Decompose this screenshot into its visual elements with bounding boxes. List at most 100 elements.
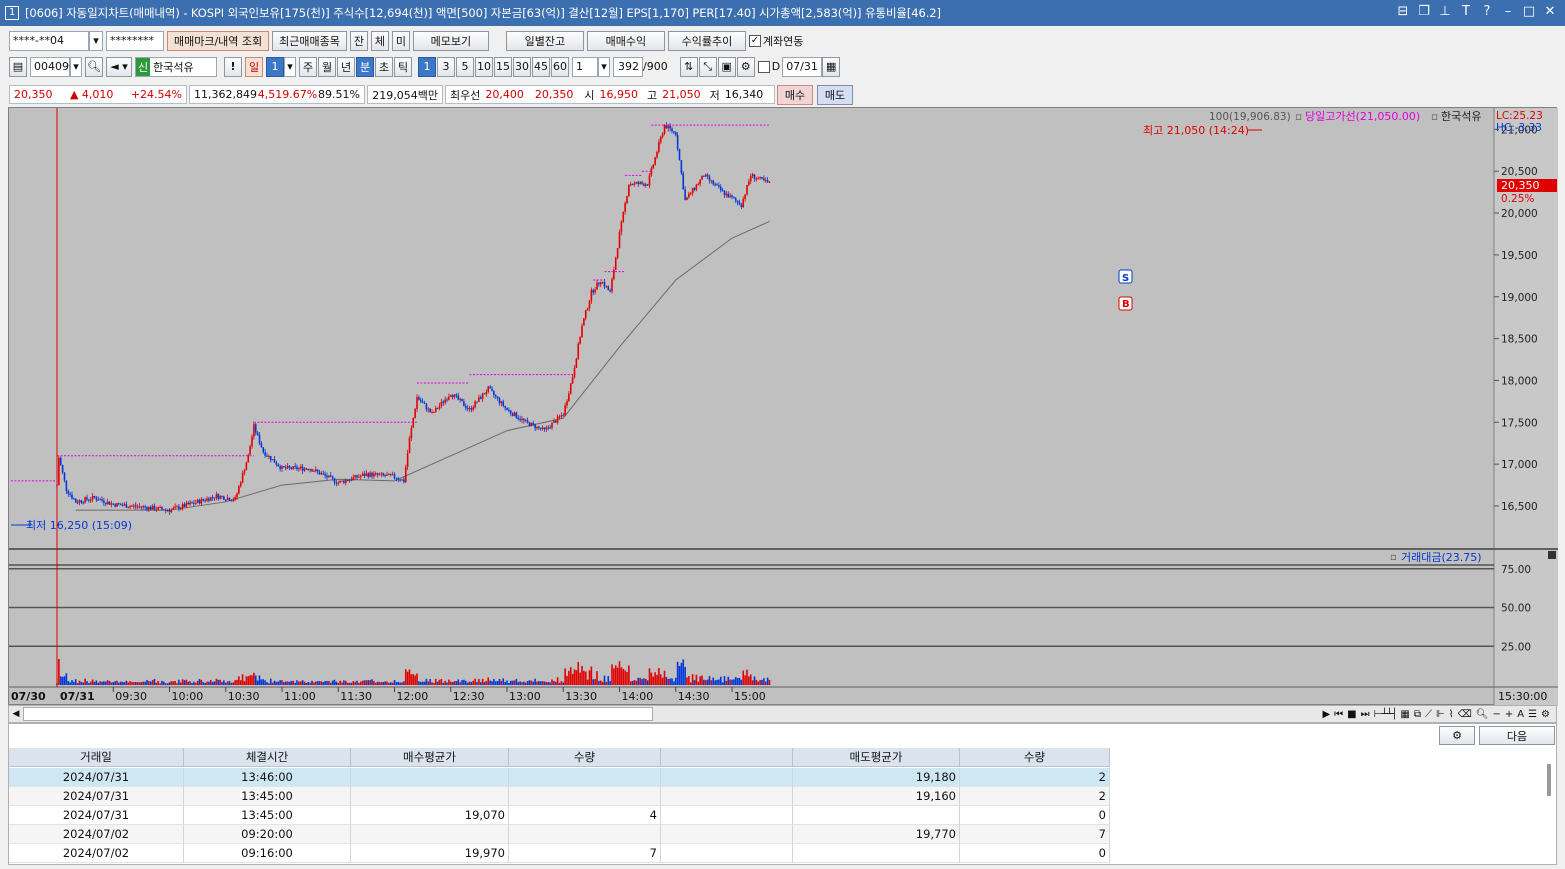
draw-tool-icon[interactable]: ⤡ <box>698 56 717 77</box>
col-buy-avg: 매수평균가 <box>351 748 509 767</box>
table-row[interactable]: 2024/07/02 09:16:00 19,970 7 0 <box>9 844 1110 863</box>
interval-15[interactable]: 15 <box>494 56 512 77</box>
gear-icon[interactable]: ⚙ <box>736 56 755 77</box>
zoom-out-icon[interactable]: − <box>1492 709 1500 720</box>
password-field[interactable]: ******** <box>106 30 164 51</box>
period-month[interactable]: 월 <box>318 56 336 77</box>
save-icon[interactable]: ▣ <box>717 56 736 77</box>
scroll-left-icon[interactable]: ◀ <box>9 709 23 719</box>
text-tool-icon[interactable]: A <box>1517 709 1524 720</box>
table-row[interactable]: 2024/07/31 13:45:00 19,070 4 0 <box>9 806 1110 825</box>
play-icon[interactable]: ▶ <box>1322 709 1330 720</box>
indicator-icon[interactable]: ⇅ <box>679 56 698 77</box>
pin-icon[interactable]: ⊥ <box>1438 4 1452 19</box>
zoom-icon[interactable]: 🔍︎ <box>1476 709 1489 720</box>
sell-button[interactable]: 매도 <box>817 84 853 105</box>
maximize-icon[interactable]: □ <box>1522 4 1536 19</box>
volume-bar <box>331 680 334 685</box>
wave-tool-icon[interactable]: ⌇ <box>1449 709 1454 720</box>
close-icon[interactable]: ✕ <box>1543 4 1557 19</box>
period-tick[interactable]: 틱 <box>394 56 412 77</box>
forward-icon[interactable]: ⏭ <box>1361 709 1370 720</box>
period-minute[interactable]: 분 <box>356 56 374 77</box>
interval-1[interactable]: 1 <box>418 56 436 77</box>
layout-icon[interactable]: ⊟ <box>1396 4 1410 19</box>
list-tool-icon[interactable]: ☰ <box>1528 709 1537 720</box>
stock-name-field[interactable]: 신 한국석유 <box>135 56 217 77</box>
balance-button[interactable]: 잔 <box>349 30 368 51</box>
volume-bar <box>101 681 103 685</box>
unexecuted-button[interactable]: 미 <box>391 30 410 51</box>
trend-tool-icon[interactable]: ⟋ <box>1425 709 1432 720</box>
day-count-dropdown-icon[interactable]: ▾ <box>284 56 296 77</box>
search-icon[interactable]: 🔍︎ <box>85 56 103 77</box>
volume-bar <box>251 675 253 685</box>
font-icon[interactable]: T <box>1459 4 1473 19</box>
account-dropdown-icon[interactable]: ▾ <box>89 30 103 51</box>
account-select[interactable]: ****-**04 <box>9 30 89 51</box>
candle-body <box>93 495 96 498</box>
interval-dropdown-icon[interactable]: ▾ <box>598 56 610 77</box>
scroll-thumb[interactable] <box>23 707 653 721</box>
trade-mark-button[interactable]: 매매마크/내역 조회 <box>167 30 270 51</box>
erase-tool-icon[interactable]: ⌫ <box>1458 709 1472 720</box>
next-button[interactable]: 다음 <box>1479 726 1555 745</box>
return-trend-button[interactable]: 수익률추이 <box>667 30 746 51</box>
stock-code-field[interactable]: 004090 <box>30 56 76 77</box>
panel-close-icon[interactable] <box>1548 551 1556 559</box>
volume-bar <box>361 680 364 685</box>
period-day-count[interactable]: 1 <box>266 56 284 77</box>
stop-icon[interactable]: ■ <box>1347 709 1356 720</box>
rewind-icon[interactable]: ⏮ <box>1334 709 1343 720</box>
code-dropdown-icon[interactable]: ▾ <box>70 56 82 77</box>
period-second[interactable]: 초 <box>375 56 393 77</box>
recent-trades-button[interactable]: 최근매매종목 <box>272 30 347 51</box>
interval-input[interactable]: 1 <box>572 56 598 77</box>
interval-30[interactable]: 30 <box>513 56 531 77</box>
alert-icon[interactable]: ! <box>224 56 242 77</box>
help-icon[interactable]: ? <box>1480 4 1494 19</box>
period-day[interactable]: 일 <box>245 56 263 77</box>
d-checkbox[interactable] <box>757 60 770 73</box>
candle-body <box>716 184 718 186</box>
executed-button[interactable]: 체 <box>370 30 389 51</box>
ruler-icon[interactable]: ⊢┴┴┤ <box>1374 709 1398 720</box>
candle-body <box>594 289 596 293</box>
interval-10[interactable]: 10 <box>475 56 493 77</box>
candle-body <box>354 475 356 478</box>
trade-profit-button[interactable]: 매매수익 <box>586 30 665 51</box>
date-field[interactable]: 07/31 <box>782 56 823 77</box>
price-chart[interactable]: 16,500 17,000 17,500 18,000 18,500 19,000 19,5… <box>9 108 1558 706</box>
volume-bar <box>110 682 113 685</box>
interval-45[interactable]: 45 <box>532 56 550 77</box>
minimize-icon[interactable]: – <box>1501 4 1515 19</box>
fib-tool-icon[interactable]: ⊩ <box>1436 709 1445 720</box>
chart-area[interactable]: 16,500 17,000 17,500 18,000 18,500 19,000 19,5… <box>8 107 1558 706</box>
speaker-icon[interactable]: ◄ ▾ <box>106 56 132 77</box>
zoom-in-icon[interactable]: + <box>1505 709 1513 720</box>
account-link-checkbox[interactable]: ✓ 계좌연동 <box>748 33 803 49</box>
table-scroll-thumb[interactable] <box>1547 764 1551 796</box>
grid-settings-icon[interactable]: ⚙ <box>1439 726 1475 745</box>
volume-bar <box>596 671 598 685</box>
period-year[interactable]: 년 <box>337 56 355 77</box>
chart-scrollbar[interactable]: ◀ ▶ ⏮ ■ ⏭ ⊢┴┴┤ ▦ ⧉ ⟋ ⊩ ⌇ ⌫ 🔍︎ − + A ☰ ⚙ <box>8 705 1557 723</box>
interval-60[interactable]: 60 <box>551 56 569 77</box>
interval-3[interactable]: 3 <box>437 56 455 77</box>
table-row[interactable]: 2024/07/31 13:45:00 19,160 2 <box>9 787 1110 806</box>
stock-list-icon[interactable]: ▤ <box>9 56 27 77</box>
buy-button[interactable]: 매수 <box>777 84 813 105</box>
memo-button[interactable]: 메모보기 <box>412 30 489 51</box>
data-count-input[interactable]: 392 <box>613 56 643 77</box>
copy-window-icon[interactable]: ❐ <box>1417 4 1431 19</box>
calendar-icon[interactable]: ▦ <box>822 56 841 77</box>
window-tool-icon[interactable]: ⧉ <box>1414 709 1421 720</box>
period-week[interactable]: 주 <box>299 56 317 77</box>
table-row[interactable]: 2024/07/31 13:46:00 19,180 2 <box>9 768 1110 787</box>
candle-body <box>699 179 701 184</box>
daily-balance-button[interactable]: 일별잔고 <box>505 30 584 51</box>
grid-tool-icon[interactable]: ▦ <box>1400 709 1409 720</box>
settings-tool-icon[interactable]: ⚙ <box>1541 709 1550 720</box>
interval-5[interactable]: 5 <box>456 56 474 77</box>
table-row[interactable]: 2024/07/02 09:20:00 19,770 7 <box>9 825 1110 844</box>
